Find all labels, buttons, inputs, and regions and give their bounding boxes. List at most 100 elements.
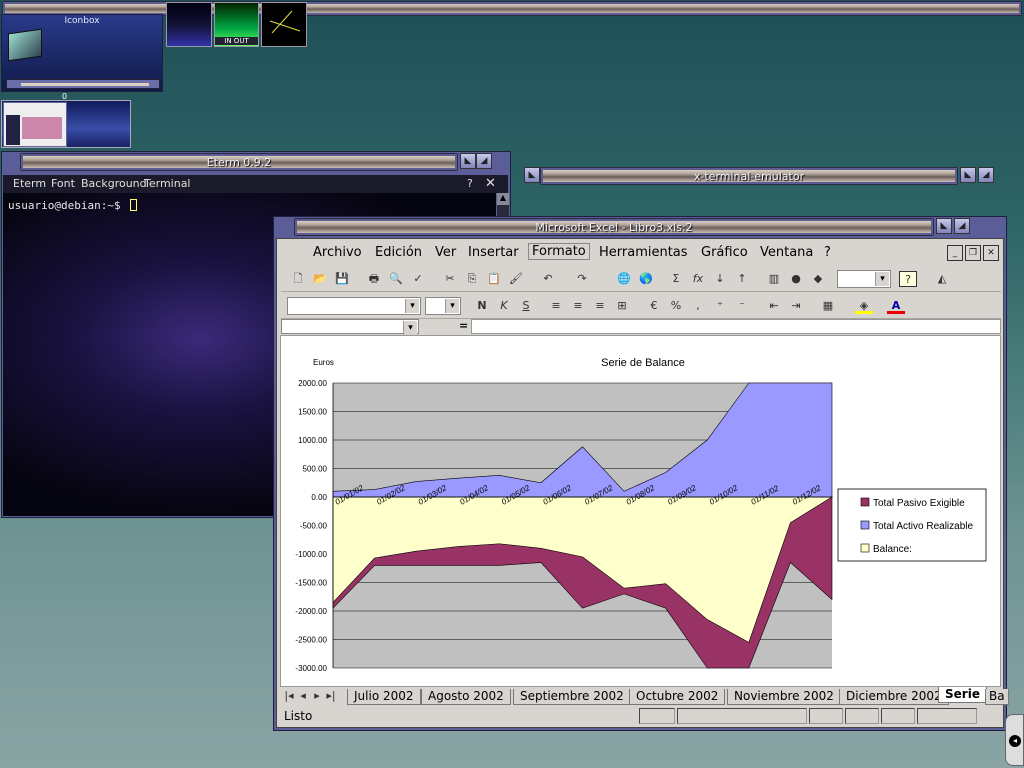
eterm-close-button[interactable]: ✕ [485,176,496,191]
y-tick-label: -2000.00 [295,607,327,616]
tab-septiembre-2002[interactable]: Septiembre 2002 [513,689,631,705]
web-toolbar-icon[interactable]: 🌎 [637,271,655,287]
chart-wizard-icon[interactable]: ▥ [765,271,783,287]
function-icon[interactable]: fx [689,271,707,287]
menu-grafico[interactable]: Gráfico [701,245,748,260]
spelling-icon[interactable]: ✓ [409,271,427,287]
pager-window-thumb[interactable] [3,102,67,147]
status-panel [639,708,675,724]
menu-formato[interactable]: Formato [528,243,590,260]
tab-octubre-2002[interactable]: Octubre 2002 [629,689,726,705]
sort-descending-icon[interactable]: ↑ [733,271,751,287]
legend-swatch [860,497,870,507]
doc-restore-button[interactable]: ❐ [965,245,981,261]
xterm-close-button[interactable]: ◢ [978,167,994,183]
borders-icon[interactable]: ▦ [819,298,837,314]
menu-ver[interactable]: Ver [435,245,456,260]
menu-ventana[interactable]: Ventana [760,245,813,260]
decrease-decimal-icon[interactable]: ⁻ [733,298,751,314]
menu-insertar[interactable]: Insertar [468,245,519,260]
map-icon[interactable]: ● [787,271,805,287]
new-icon[interactable]: 🗋 [289,271,307,287]
workspace-arrow-button[interactable]: ◂ [1005,714,1024,766]
tab-prev-icon[interactable]: ◂ [297,688,309,704]
desktop-pager[interactable] [1,100,131,148]
autosum-icon[interactable]: Σ [667,271,685,287]
fill-color-icon[interactable]: ◈ [855,298,873,314]
xterm-titlebar[interactable]: x-terminal-emulator [540,167,958,185]
decrease-indent-icon[interactable]: ⇤ [765,298,783,314]
paste-icon[interactable]: 📋 [485,271,503,287]
zoom-select[interactable] [837,270,891,288]
sort-ascending-icon[interactable]: ↓ [711,271,729,287]
y-tick-label: 0.00 [311,493,327,502]
tab-last-icon[interactable]: ▸| [325,688,337,704]
excel-titlebar[interactable]: Microsoft Excel - Libro3.xls:2 [294,218,934,236]
italic-icon[interactable]: K [495,298,513,314]
menu-edicion[interactable]: Edición [375,245,422,260]
undo-icon[interactable]: ↶ [539,271,557,287]
format-painter-icon[interactable]: 🖌 [507,271,525,287]
drawing-icon[interactable]: ◆ [809,271,827,287]
currency-icon[interactable]: € [645,298,663,314]
align-center-icon[interactable]: ≡ [569,298,587,314]
formula-input[interactable] [471,319,1001,334]
tab-next-icon[interactable]: ▸ [311,688,323,704]
menu-help[interactable]: ? [824,245,831,260]
tab-agosto-2002[interactable]: Agosto 2002 [421,689,511,705]
excel-maximize-button[interactable]: ◢ [954,218,970,234]
tab-serie[interactable]: Serie [938,687,987,703]
doc-minimize-button[interactable]: _ [947,245,963,261]
eterm-menu-eterm[interactable]: Eterm [13,177,46,190]
percent-icon[interactable]: % [667,298,685,314]
align-right-icon[interactable]: ≡ [591,298,609,314]
tab-ba[interactable]: Ba [985,689,1009,705]
xterm-minimize-button[interactable]: ◣ [524,167,540,183]
office-assistant-icon[interactable]: ? [899,271,917,287]
eterm-minimize-button[interactable]: ◣ [460,153,476,169]
print-icon[interactable]: 🖶 [365,271,383,287]
eterm-menubar: Eterm Font Background Terminal ? ✕ [3,175,508,193]
eterm-menu-background[interactable]: Background [81,177,147,190]
tab-first-icon[interactable]: |◂ [283,688,295,704]
tab-julio-2002[interactable]: Julio 2002 [347,689,421,705]
chart-type-icon[interactable]: ◭ [933,271,951,287]
save-icon[interactable]: 💾 [333,271,351,287]
align-left-icon[interactable]: ≡ [547,298,565,314]
name-box[interactable] [281,319,419,335]
font-color-icon[interactable]: A [887,298,905,314]
underline-icon[interactable]: S [517,298,535,314]
cut-icon[interactable]: ✂ [441,271,459,287]
balance-chart[interactable]: 2000.00 1500.00 1000.00 500.00 0.00 -500.00 -1… [281,336,1000,686]
doc-close-button[interactable]: ✕ [983,245,999,261]
menu-herramientas[interactable]: Herramientas [599,245,688,260]
font-name-select[interactable] [287,297,421,315]
tab-noviembre-2002[interactable]: Noviembre 2002 [727,689,841,705]
thousands-icon[interactable]: , [689,298,707,314]
menu-archivo[interactable]: Archivo [313,245,362,260]
iconbox-scrollbar[interactable] [6,79,160,89]
excel-minimize-button[interactable]: ◣ [936,218,952,234]
shell-prompt: usuario@debian:~$ [8,199,121,212]
eterm-maximize-button[interactable]: ◢ [476,153,492,169]
merge-center-icon[interactable]: ⊞ [613,298,631,314]
eterm-titlebar[interactable]: Eterm 0.9.2 [20,153,458,171]
terminal-cursor [130,199,138,211]
copy-icon[interactable]: ⎘ [463,271,481,287]
xterm-maximize-button[interactable]: ◣ [960,167,976,183]
bold-icon[interactable]: N [473,298,491,314]
increase-indent-icon[interactable]: ⇥ [787,298,805,314]
eterm-menu-font[interactable]: Font [51,177,75,190]
redo-icon[interactable]: ↷ [573,271,591,287]
monitor-icon[interactable] [8,28,42,62]
y-tick-label: 1000.00 [298,436,327,445]
increase-decimal-icon[interactable]: ⁺ [711,298,729,314]
chart-sheet[interactable]: 2000.00 1500.00 1000.00 500.00 0.00 -500.00 -1… [280,335,1001,687]
eterm-menu-terminal[interactable]: Terminal [144,177,191,190]
font-size-select[interactable] [425,297,461,315]
eterm-help-button[interactable]: ? [467,177,473,190]
print-preview-icon[interactable]: 🔍 [387,271,405,287]
open-icon[interactable]: 📂 [311,271,329,287]
hyperlink-icon[interactable]: 🌐 [615,271,633,287]
tab-diciembre-2002[interactable]: Diciembre 2002 [839,689,949,705]
